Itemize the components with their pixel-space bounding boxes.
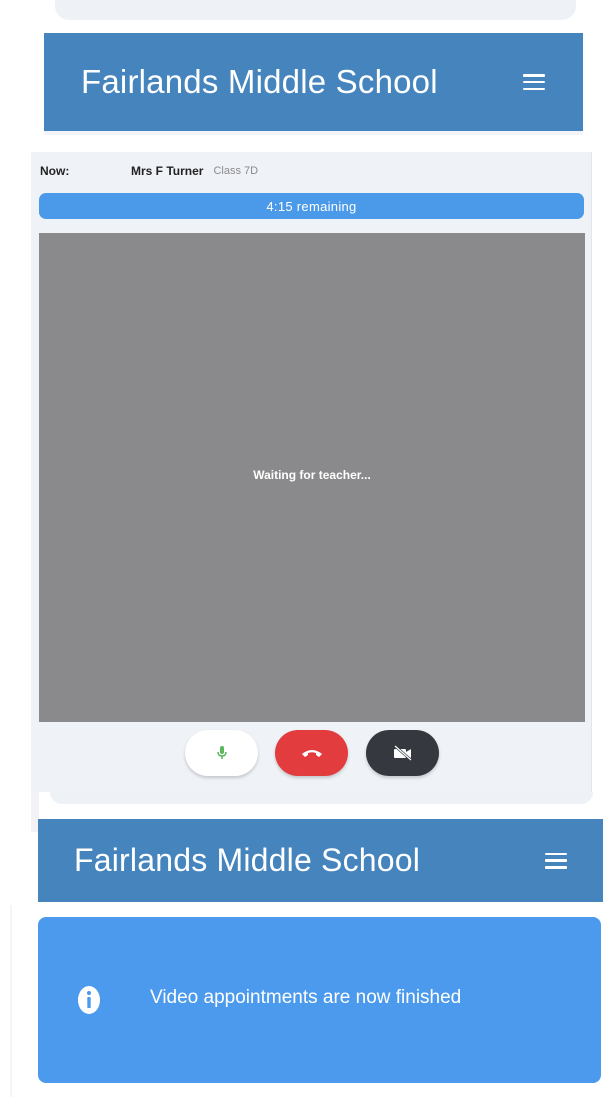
camera-toggle-button[interactable] (366, 730, 439, 776)
screenshot-page: Fairlands Middle School Now: Mrs F Turne… (0, 0, 616, 1097)
video-feed: Waiting for teacher... (39, 233, 585, 722)
teacher-name: Mrs F Turner (131, 164, 204, 178)
left-edge-line (10, 905, 12, 1097)
call-panel-bottom-edge (50, 792, 593, 804)
phone-hangup-icon (301, 750, 322, 757)
notice-message: Video appointments are now finished (150, 987, 462, 1008)
camera-off-icon (393, 745, 412, 761)
header-shadow (44, 131, 583, 135)
time-remaining-text: 4:15 remaining (266, 198, 357, 214)
app-header-top: Fairlands Middle School (44, 33, 583, 131)
school-title-2: Fairlands Middle School (74, 842, 421, 878)
microphone-button[interactable] (185, 730, 258, 776)
now-label: Now: (40, 164, 70, 178)
video-call-panel: Now: Mrs F Turner Class 7D 4:15 remainin… (31, 152, 592, 792)
school-title: Fairlands Middle School (81, 63, 438, 100)
info-icon (78, 986, 100, 1014)
now-row: Now: Mrs F Turner Class 7D (40, 164, 258, 178)
call-controls (31, 730, 591, 780)
finished-notice: Video appointments are now finished (38, 917, 601, 1083)
class-name: Class 7D (213, 165, 259, 177)
waiting-status: Waiting for teacher... (253, 467, 371, 482)
time-remaining-bar: 4:15 remaining (39, 193, 584, 219)
previous-panel-edge (55, 0, 576, 20)
hamburger-menu-icon-2[interactable] (545, 852, 567, 869)
hang-up-button[interactable] (275, 730, 348, 776)
hamburger-menu-icon[interactable] (523, 74, 545, 90)
app-header-bottom: Fairlands Middle School (38, 819, 603, 902)
microphone-icon (216, 746, 227, 759)
